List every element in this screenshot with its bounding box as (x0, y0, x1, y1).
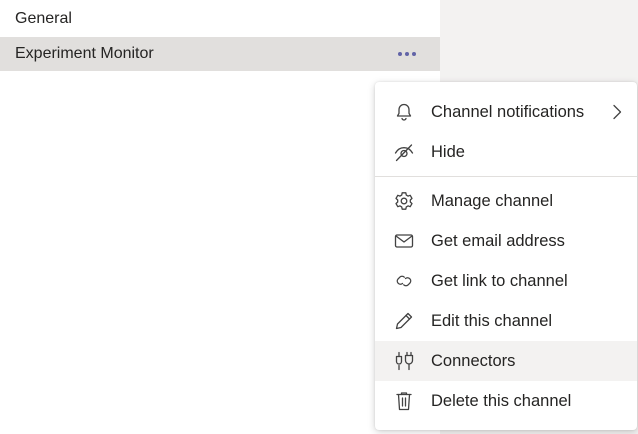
menu-item-get-email-address[interactable]: Get email address (375, 221, 637, 261)
menu-item-label: Channel notifications (431, 102, 585, 121)
menu-item-label: Manage channel (431, 191, 554, 210)
trash-icon (393, 390, 415, 412)
menu-item-label: Edit this channel (431, 311, 553, 330)
menu-item-hide[interactable]: Hide (375, 132, 637, 172)
bell-icon (393, 101, 415, 123)
more-dot-icon (405, 52, 409, 56)
menu-item-edit-this-channel[interactable]: Edit this channel (375, 301, 637, 341)
more-dot-icon (398, 52, 402, 56)
channel-item-general[interactable]: General (0, 2, 440, 36)
menu-item-manage-channel[interactable]: Manage channel (375, 181, 637, 221)
menu-item-label: Delete this channel (431, 391, 572, 410)
plug-icon (393, 350, 415, 372)
menu-item-label: Connectors (431, 351, 516, 370)
menu-divider (375, 176, 637, 177)
pencil-icon (393, 310, 415, 332)
channel-list: General Experiment Monitor (0, 0, 440, 434)
more-dot-icon (412, 52, 416, 56)
gear-icon (393, 190, 415, 212)
hide-icon (393, 141, 415, 163)
channel-context-menu: Channel notifications Hide Manage channe… (375, 82, 637, 430)
menu-item-channel-notifications[interactable]: Channel notifications (375, 92, 637, 132)
channel-label: General (15, 10, 72, 27)
link-icon (393, 270, 415, 292)
channel-label: Experiment Monitor (15, 45, 154, 62)
menu-item-connectors[interactable]: Connectors (375, 341, 637, 381)
more-options-button[interactable] (398, 52, 416, 56)
chevron-right-icon (613, 104, 622, 120)
mail-icon (393, 230, 415, 252)
menu-item-label: Get link to channel (431, 271, 568, 290)
channel-item-experiment-monitor[interactable]: Experiment Monitor (0, 37, 440, 71)
menu-item-label: Hide (431, 142, 465, 161)
menu-item-label: Get email address (431, 231, 565, 250)
menu-item-delete-this-channel[interactable]: Delete this channel (375, 381, 637, 421)
menu-item-get-link-to-channel[interactable]: Get link to channel (375, 261, 637, 301)
